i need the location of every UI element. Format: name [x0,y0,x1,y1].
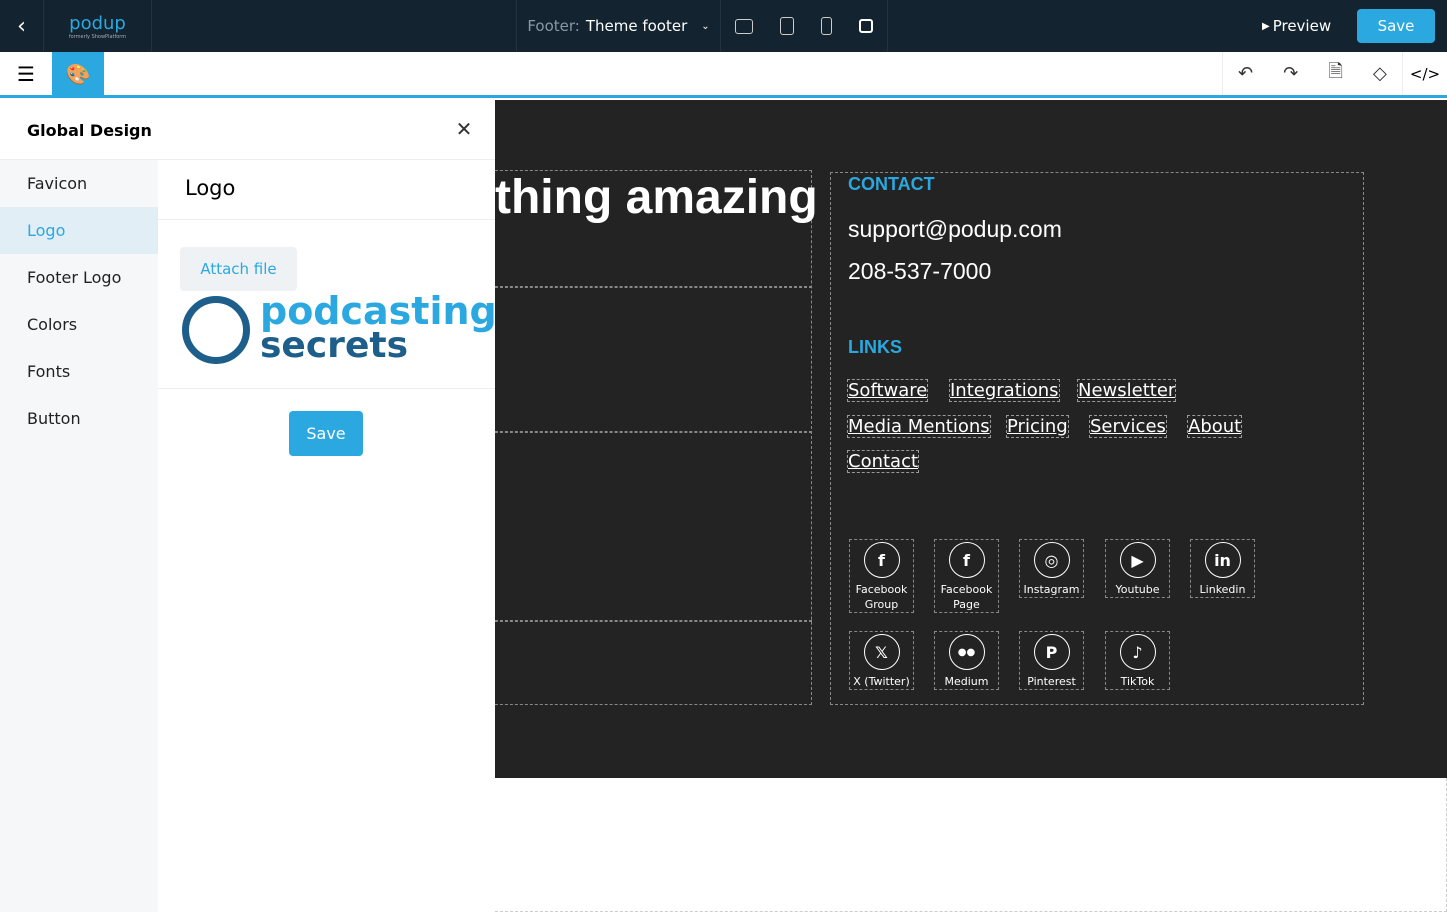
footer-select-value: Theme footer [585,17,688,35]
microphone-icon [182,296,250,364]
panel-save-button[interactable]: Save [289,411,363,456]
linkedin-icon: in [1204,542,1241,578]
link-services[interactable]: Services [1089,415,1167,438]
eraser-icon[interactable]: ◇ [1373,63,1387,84]
fullscreen-icon[interactable] [859,19,874,33]
code-file-icon[interactable]: 🗎 [1328,59,1342,89]
attach-file-button[interactable]: Attach file [180,247,297,291]
nav-fonts[interactable]: Fonts [0,348,158,395]
contact-phone[interactable]: 208-537-7000 [848,258,991,285]
logo: podup formerly ShowPlatform [44,0,152,52]
footer-canvas: thing amazing CONTACT support@podup.com … [495,100,1447,778]
social-label: Linkedin [1199,583,1246,596]
logo-preview: podcasting secrets [180,289,497,368]
link-contact[interactable]: Contact [846,450,920,473]
social-youtube[interactable]: ▶ Youtube [1105,539,1170,598]
toolbar-actions: ↶ ↷ 🗎 ◇ [1222,52,1402,95]
device-toggle [721,0,888,52]
preview-button[interactable]: ▶ Preview [1262,14,1331,38]
logo-subtitle: formerly ShowPlatform [68,33,127,40]
footer-heading: thing amazing [495,171,818,224]
links-title: LINKS [848,337,902,357]
tablet-icon[interactable] [779,17,794,35]
social-label: X (Twitter) [853,675,910,688]
contact-email[interactable]: support@podup.com [848,216,1062,243]
nav-button[interactable]: Button [0,395,158,442]
play-icon: ▶ [1262,20,1270,32]
nav-logo[interactable]: Logo [0,207,158,254]
close-icon[interactable]: ✕ [452,117,476,141]
medium-icon: ●● [948,634,985,670]
youtube-icon: ▶ [1119,542,1156,578]
social-facebook-group[interactable]: f Facebook Group [849,539,914,613]
toolbar: ☰ 🎨 ↶ ↷ 🗎 ◇ </> [0,52,1447,98]
social-label: Pinterest [1027,675,1076,688]
social-medium[interactable]: ●● Medium [934,631,999,690]
divider [158,388,495,389]
link-newsletter[interactable]: Newsletter [1076,379,1177,402]
divider [495,620,812,622]
preview-label: Preview [1272,17,1332,35]
link-software[interactable]: Software [846,379,929,402]
facebook-icon: f [863,542,900,578]
back-button[interactable]: ‹ [0,0,44,52]
design-nav: Favicon Logo Footer Logo Colors Fonts Bu… [0,160,158,912]
social-label: Youtube [1115,583,1160,596]
mobile-icon[interactable] [821,17,833,35]
nav-footer-logo[interactable]: Footer Logo [0,254,158,301]
panel-title: Global Design [0,101,495,160]
section-title: Logo [158,160,495,220]
social-linkedin[interactable]: in Linkedin [1190,539,1255,598]
social-label: TikTok [1120,675,1155,688]
top-bar: ‹ podup formerly ShowPlatform Footer: Th… [0,0,1447,52]
link-pricing[interactable]: Pricing [1006,415,1069,438]
x-icon: 𝕏 [863,634,900,670]
save-button[interactable]: Save [1357,9,1435,43]
social-instagram[interactable]: ◎ Instagram [1019,539,1084,598]
link-media-mentions[interactable]: Media Mentions [847,415,991,438]
nav-colors[interactable]: Colors [0,301,158,348]
contact-title: CONTACT [848,174,935,194]
desktop-icon[interactable] [734,18,753,34]
footer-select-label: Footer: [527,17,580,35]
social-label: Instagram [1023,583,1080,596]
global-design-panel: Global Design ✕ Favicon Logo Footer Logo… [0,101,497,912]
footer-select[interactable]: Footer: Theme footer ⌄ [516,0,721,52]
code-icon[interactable]: </> [1402,52,1447,95]
logo-text: podup [69,12,126,34]
pinterest-icon: P [1033,634,1070,670]
facebook-icon: f [948,542,985,578]
social-label: Medium [944,675,989,688]
redo-icon[interactable]: ↷ [1283,63,1298,84]
social-x[interactable]: 𝕏 X (Twitter) [849,631,914,690]
nav-favicon[interactable]: Favicon [0,160,158,207]
social-label: Facebook Page [940,583,993,611]
divider [495,286,812,288]
divider [495,431,812,433]
page-below-footer [495,778,1447,912]
link-about[interactable]: About [1186,415,1243,438]
link-integrations[interactable]: Integrations [949,379,1060,402]
social-label: Facebook Group [855,583,908,611]
chevron-down-icon: ⌄ [701,20,710,32]
chevron-left-icon: ‹ [17,13,26,39]
palette-icon[interactable]: 🎨 [52,52,104,95]
tiktok-icon: ♪ [1119,634,1156,670]
social-facebook-page[interactable]: f Facebook Page [934,539,999,613]
instagram-icon: ◎ [1033,542,1070,578]
social-pinterest[interactable]: P Pinterest [1019,631,1084,690]
logo-line2: secrets [260,325,408,366]
left-column [495,170,812,705]
undo-icon[interactable]: ↶ [1238,63,1253,84]
layers-icon[interactable]: ☰ [0,52,52,95]
right-column [830,172,1364,705]
social-tiktok[interactable]: ♪ TikTok [1105,631,1170,690]
